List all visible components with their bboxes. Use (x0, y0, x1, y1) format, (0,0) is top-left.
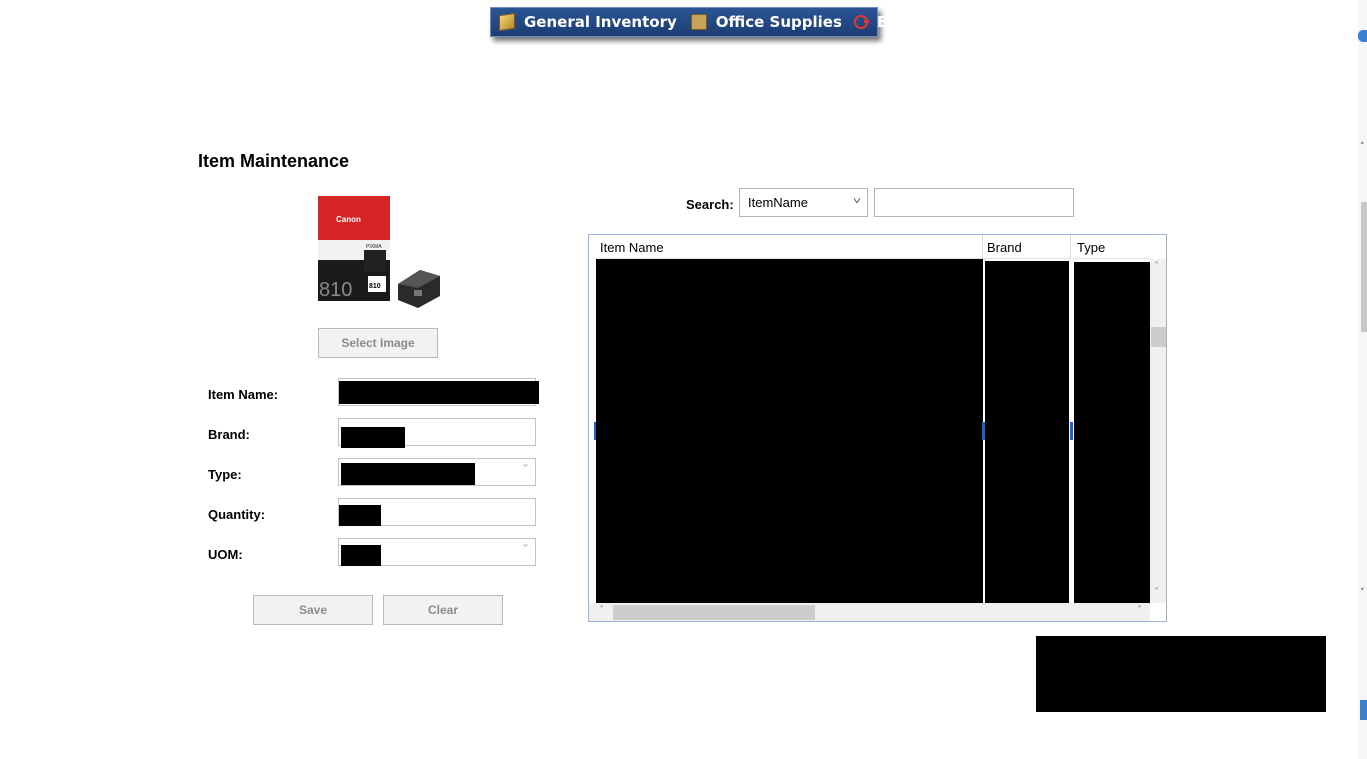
search-field-select[interactable]: ItemName ˅ (739, 188, 868, 217)
redacted-value (341, 545, 381, 566)
save-button[interactable]: Save (253, 595, 373, 625)
item-name-field[interactable] (338, 378, 539, 406)
box-icon (690, 14, 707, 30)
items-grid[interactable]: Item Name Brand Type ˄ ˅ ˂ ˃ (588, 234, 1167, 622)
scroll-down-icon[interactable]: ˅ (1360, 588, 1365, 598)
uom-label: UOM: (208, 547, 243, 562)
scroll-right-icon[interactable]: ˃ (1137, 605, 1142, 616)
product-brand-text: Canon (336, 215, 361, 224)
brand-field[interactable] (338, 418, 536, 448)
menu-general-inventory-label: General Inventory (524, 13, 677, 31)
scroll-up-icon[interactable]: ˄ (1154, 261, 1159, 272)
item-name-label: Item Name: (208, 387, 279, 402)
redacted-value (341, 427, 405, 448)
top-menu-bar: General Inventory Office Supplies Exit (490, 7, 909, 37)
chevron-down-icon: ˅ (522, 464, 529, 475)
product-line-text: PIXMA (366, 244, 382, 250)
chevron-down-icon: ˅ (522, 544, 529, 555)
column-header-item-name[interactable]: Item Name (596, 235, 983, 259)
type-label: Type: (208, 467, 242, 482)
column-header-brand[interactable]: Brand (983, 235, 1071, 259)
redacted-item-name-column (596, 259, 983, 603)
quantity-label: Quantity: (208, 507, 266, 522)
redacted-value (339, 505, 381, 526)
exit-icon (853, 15, 869, 29)
redacted-value (341, 463, 475, 485)
grid-horizontal-scroll-thumb[interactable] (613, 605, 815, 620)
book-icon (499, 12, 515, 32)
redacted-region (1036, 636, 1326, 712)
redacted-brand-column (985, 261, 1069, 603)
menu-general-inventory[interactable]: General Inventory (491, 8, 683, 36)
chevron-down-icon: ˅ (852, 196, 862, 207)
column-header-type[interactable]: Type (1073, 235, 1150, 259)
quantity-field[interactable] (338, 498, 536, 526)
brand-label: Brand: (208, 427, 250, 442)
search-field-value: ItemName (748, 195, 808, 210)
scroll-down-icon[interactable]: ˅ (1154, 587, 1159, 598)
page-title: Item Maintenance (198, 151, 350, 171)
selected-row-marker (982, 422, 985, 440)
scroll-up-icon[interactable]: ˄ (1360, 142, 1365, 152)
product-image: Canon PIXMA 810 810 (316, 192, 444, 310)
clear-button[interactable]: Clear (383, 595, 503, 625)
window-scroll-thumb[interactable] (1361, 202, 1367, 332)
product-number-small-text: 810 (369, 283, 381, 290)
selected-row-marker (1070, 422, 1073, 440)
menu-office-supplies[interactable]: Office Supplies (683, 8, 848, 36)
redacted-value (339, 381, 539, 404)
uom-select[interactable]: ˅ (338, 538, 536, 566)
grid-horizontal-scrollbar[interactable]: ˂ ˃ (589, 603, 1150, 621)
window-right-scrollbar[interactable] (1358, 0, 1367, 759)
grid-vertical-scroll-thumb[interactable] (1151, 327, 1166, 347)
redacted-type-column (1074, 262, 1150, 603)
search-label: Search: (686, 197, 734, 212)
scroll-left-icon[interactable]: ˂ (599, 605, 604, 616)
product-number-text: 810 (319, 279, 352, 301)
type-select[interactable]: ˅ (338, 458, 536, 486)
select-image-button[interactable]: Select Image (318, 328, 438, 358)
edge-tab-icon (1358, 30, 1367, 42)
edge-tab-icon (1360, 700, 1367, 720)
menu-office-supplies-label: Office Supplies (715, 13, 842, 31)
grid-vertical-scrollbar[interactable]: ˄ ˅ (1150, 259, 1166, 603)
search-input[interactable] (874, 188, 1074, 217)
selected-row-marker (594, 422, 596, 440)
menu-exit-label: Exit (876, 13, 910, 31)
menu-exit[interactable]: Exit (848, 8, 915, 36)
